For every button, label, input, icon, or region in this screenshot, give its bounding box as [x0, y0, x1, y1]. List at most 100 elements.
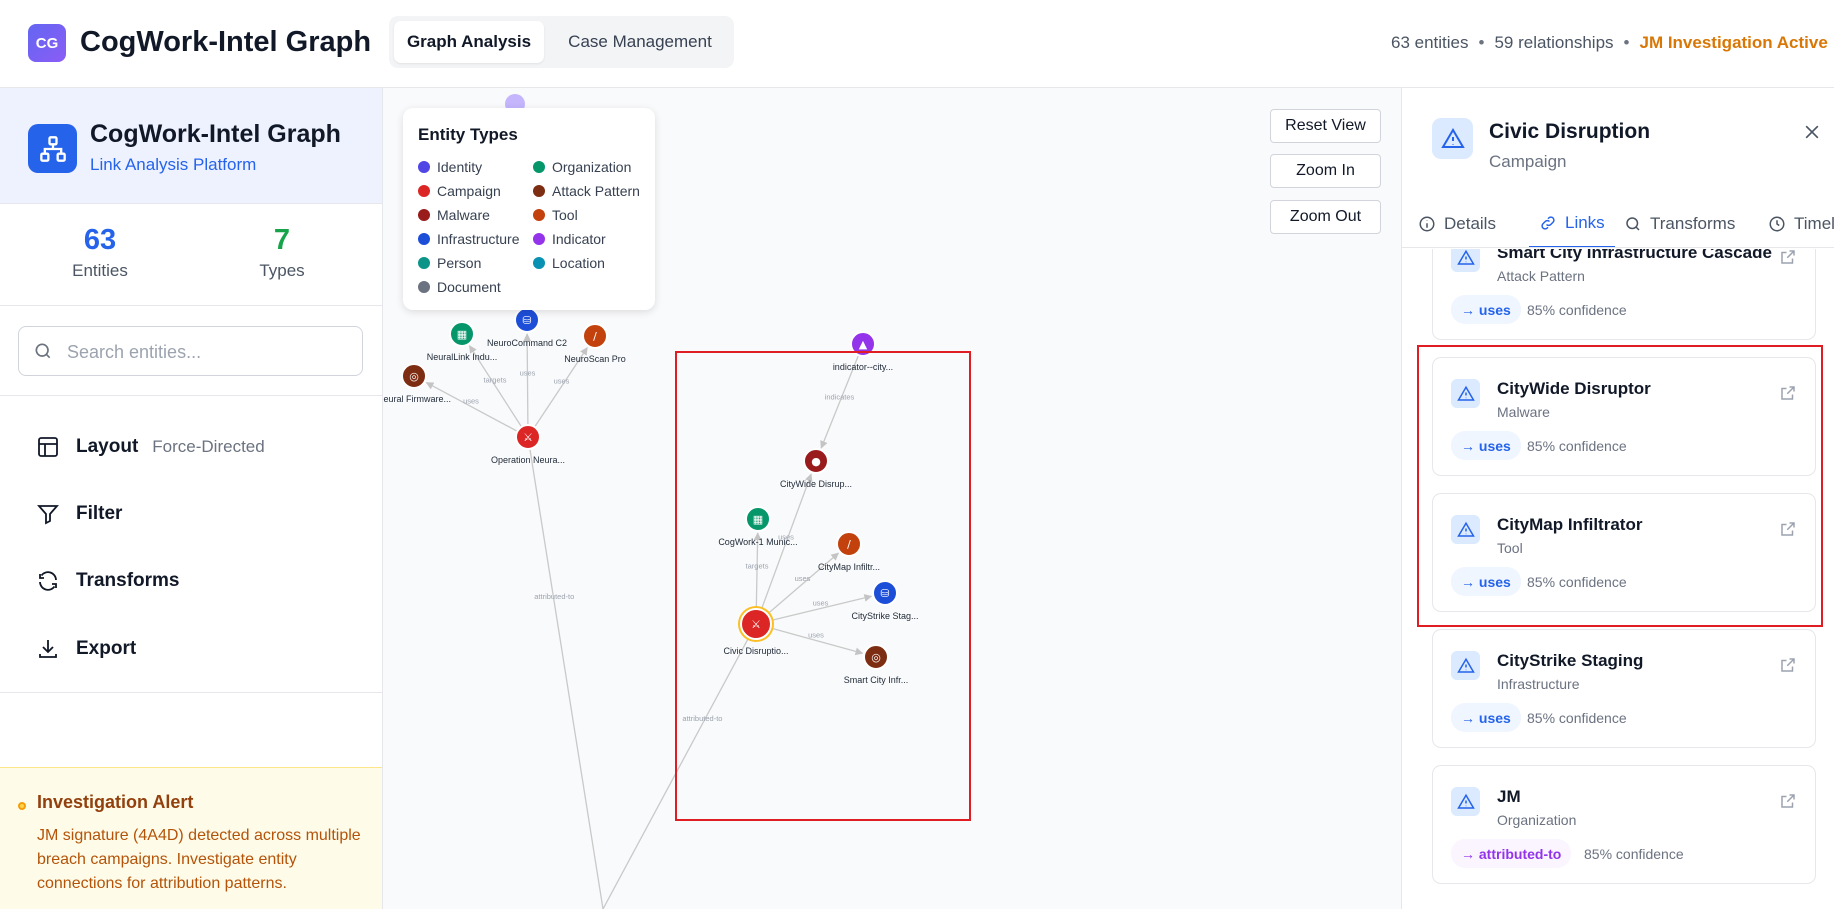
entity-legend: Entity Types Identity Organization Campa… [403, 108, 655, 310]
legend-item-organization: Organization [533, 159, 631, 175]
tab-transforms[interactable]: Transforms [1624, 200, 1735, 247]
graph-node-citywide[interactable]: ● CityWide Disrup... [780, 448, 852, 489]
link-type: Infrastructure [1497, 676, 1580, 692]
legend-item-document: Document [418, 279, 501, 295]
menu-layout[interactable]: Layout Force-Directed [36, 432, 265, 462]
external-link-icon[interactable] [1779, 249, 1797, 266]
link-name: CityWide Disruptor [1497, 379, 1651, 398]
zoom-out-button[interactable]: Zoom Out [1270, 200, 1381, 234]
campaign-warning-icon [1432, 118, 1473, 159]
legend-swatch [533, 233, 545, 245]
edge-label: uses [520, 369, 536, 378]
graph-node-neuralfw[interactable]: ◎ Neural Firmware... [383, 363, 451, 404]
main-tabs: Graph Analysis Case Management [389, 16, 734, 68]
node-glyph-icon: / [847, 538, 851, 551]
graph-node-civic[interactable]: ⚔ Civic Disruptio... [723, 606, 789, 656]
relation-badge[interactable]: → uses [1451, 703, 1521, 732]
link-card[interactable]: CityStrike Staging Infrastructure → uses… [1432, 629, 1816, 748]
relation-badge[interactable]: → uses [1451, 567, 1521, 596]
sidebar-stats: 63 Entities 7 Types [0, 204, 382, 306]
edge-label: attributed-to [682, 714, 722, 723]
external-link-icon[interactable] [1779, 792, 1797, 810]
legend-item-indicator: Indicator [533, 231, 606, 247]
external-link-icon[interactable] [1779, 656, 1797, 674]
graph-node-citystrike[interactable]: ⛁ CityStrike Stag... [851, 580, 919, 621]
node-label: Neural Firmware... [383, 394, 451, 404]
relation-badge[interactable]: → uses [1451, 431, 1521, 460]
separator-dot: • [1623, 33, 1630, 52]
investigation-status: JM Investigation Active [1639, 33, 1828, 52]
link-type: Attack Pattern [1497, 268, 1585, 284]
graph-node-neurocmd[interactable]: ⛁ NeuroCommand C2 [487, 307, 567, 348]
tab-details[interactable]: Details [1418, 200, 1496, 247]
link-card[interactable]: JM Organization → attributed-to 85% conf… [1432, 765, 1816, 884]
filter-icon [37, 505, 59, 525]
link-card[interactable]: CityWide Disruptor Malware → uses 85% co… [1432, 357, 1816, 476]
close-icon[interactable] [1802, 122, 1822, 142]
header-stats: 63 entities • 59 relationships • JM Investig… [1391, 33, 1828, 53]
graph-node-opneura[interactable]: ⚔ Operation Neura... [491, 424, 565, 465]
zoom-in-button[interactable]: Zoom In [1270, 154, 1381, 188]
node-label: CityStrike Stag... [851, 611, 918, 621]
node-label: Operation Neura... [491, 455, 565, 465]
alert-dot-icon [18, 802, 26, 810]
tab-timeline[interactable]: Timel [1768, 200, 1834, 247]
reset-view-button[interactable]: Reset View [1270, 109, 1381, 143]
graph-canvas[interactable]: targets uses uses uses attributed-to indicate… [383, 88, 1401, 909]
external-link-icon[interactable] [1779, 520, 1797, 538]
search-section [0, 306, 382, 396]
node-glyph-icon: ▲ [859, 338, 868, 351]
graph-node-neuroscan[interactable]: / NeuroScan Pro [564, 323, 626, 364]
entity-count: 63 entities [1391, 33, 1469, 52]
node-label: CityMap Infiltr... [818, 562, 880, 572]
stat-types-value: 7 [273, 224, 291, 256]
confidence-text: 85% confidence [1527, 710, 1627, 726]
link-card[interactable]: CityMap Infiltrator Tool → uses 85% conf… [1432, 493, 1816, 612]
details-title: Civic Disruption [1489, 120, 1651, 143]
tab-links[interactable]: Links [1529, 200, 1615, 247]
sidebar-header: CogWork-Intel Graph Link Analysis Platfo… [0, 88, 382, 204]
menu-filter[interactable]: Filter [36, 499, 122, 529]
tab-graph-analysis[interactable]: Graph Analysis [394, 21, 544, 63]
external-link-icon[interactable] [1779, 384, 1797, 402]
legend-swatch [533, 209, 545, 221]
warning-icon [1451, 249, 1480, 272]
relation-badge[interactable]: → uses [1451, 295, 1521, 324]
network-icon [28, 124, 77, 173]
confidence-text: 85% confidence [1527, 302, 1627, 318]
legend-swatch [418, 233, 430, 245]
menu-filter-label: Filter [76, 503, 123, 524]
relation-badge[interactable]: → attributed-to [1451, 839, 1572, 868]
legend-item-campaign: Campaign [418, 183, 501, 199]
legend-swatch [418, 209, 430, 221]
app-title: CogWork-Intel Graph [80, 26, 372, 58]
link-name: Smart City Infrastructure Cascade [1497, 249, 1772, 262]
search-input[interactable] [67, 337, 347, 367]
node-glyph-icon: ▦ [457, 328, 467, 341]
link-type: Malware [1497, 404, 1550, 420]
node-glyph-icon: ▦ [753, 513, 763, 526]
stat-types-label: Types [259, 261, 305, 280]
graph-node-citymap[interactable]: / CityMap Infiltr... [818, 531, 880, 572]
graph-node-cogwork[interactable]: ▦ CogWork-1 Munic... [718, 506, 798, 547]
graph-edge [529, 448, 604, 909]
sidebar-menu: Layout Force-Directed Filter Transforms … [0, 396, 382, 693]
graph-node-indicator[interactable]: ▲ indicator--city... [833, 331, 893, 372]
node-glyph-icon: ⚔ [523, 431, 533, 444]
link-card[interactable]: Smart City Infrastructure Cascade Attack… [1432, 249, 1816, 340]
node-label: Civic Disruptio... [723, 646, 788, 656]
node-label: NeuroScan Pro [564, 354, 626, 364]
tab-case-management[interactable]: Case Management [549, 21, 731, 63]
node-label: indicator--city... [833, 362, 893, 372]
search-icon [1626, 217, 1640, 231]
node-glyph-icon: / [593, 330, 597, 343]
link-type: Organization [1497, 812, 1577, 828]
link-name: CityMap Infiltrator [1497, 515, 1643, 534]
graph-edge [602, 634, 751, 909]
confidence-text: 85% confidence [1584, 846, 1684, 862]
menu-transforms[interactable]: Transforms [36, 566, 179, 596]
links-list: Smart City Infrastructure Cascade Attack… [1402, 249, 1834, 909]
edge-label: uses [463, 397, 479, 406]
menu-export[interactable]: Export [36, 634, 136, 664]
legend-swatch [418, 281, 430, 293]
